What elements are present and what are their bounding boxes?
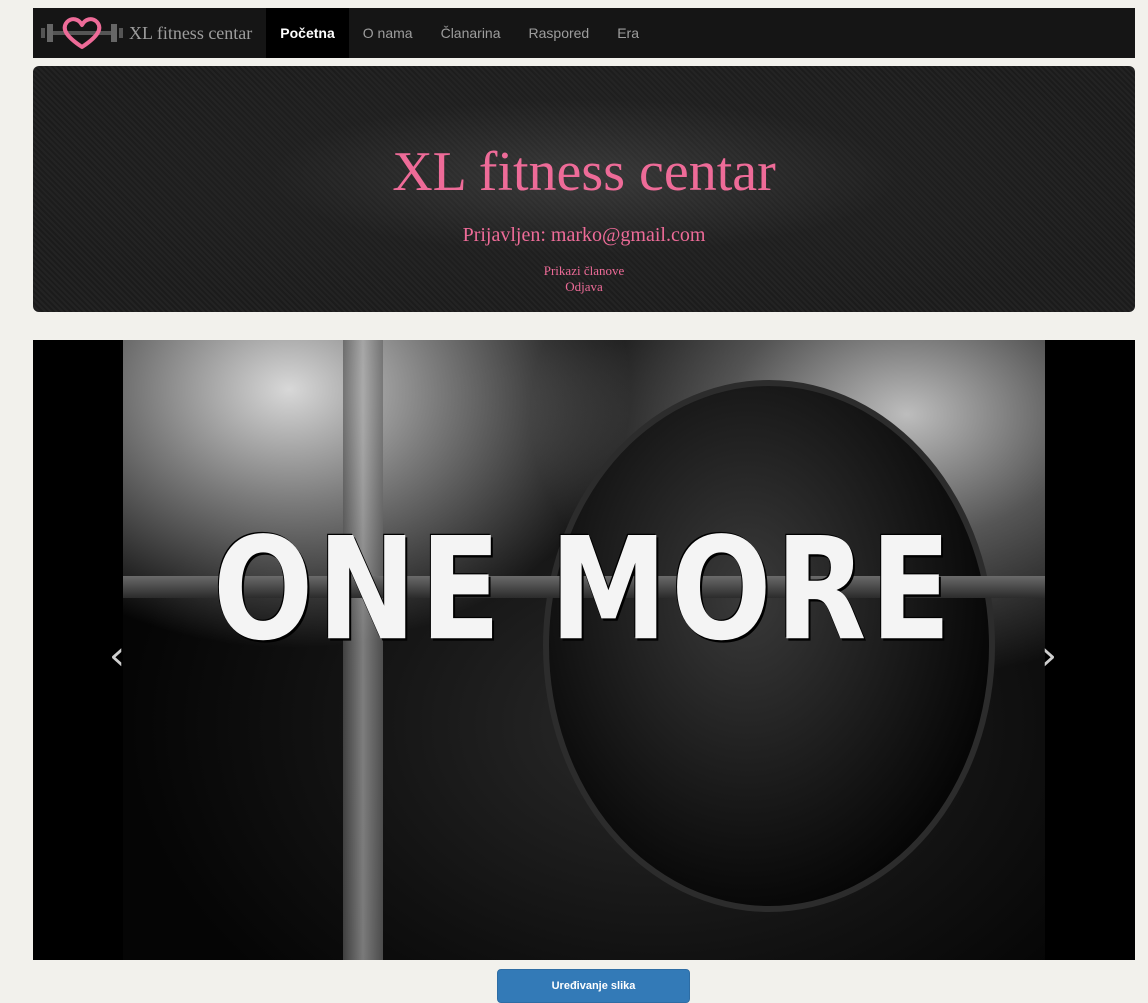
header-jumbotron: XL fitness centar Prijavljen: marko@gmai…	[33, 66, 1135, 312]
nav-item-clanarina[interactable]: Članarina	[427, 8, 515, 58]
page-title: XL fitness centar	[392, 141, 776, 203]
top-navbar: XL fitness centar Početna O nama Članari…	[0, 0, 1148, 66]
image-carousel: ONE MORE ‹ ›	[33, 340, 1135, 960]
show-members-link[interactable]: Prikazi članove	[33, 263, 1135, 279]
carousel-prev-button[interactable]: ‹	[97, 636, 137, 676]
brand-link[interactable]: XL fitness centar	[33, 8, 266, 58]
slide-caption: ONE MORE	[213, 506, 955, 672]
navbar-inner: XL fitness centar Početna O nama Članari…	[33, 8, 1135, 58]
carousel-next-button[interactable]: ›	[1029, 636, 1069, 676]
header-links: Prikazi članove Odjava	[33, 263, 1135, 295]
chevron-left-icon: ‹	[109, 633, 125, 679]
edit-images-button[interactable]: Uređivanje slika	[497, 969, 690, 1003]
nav-item-raspored[interactable]: Raspored	[515, 8, 604, 58]
main-nav: Početna O nama Članarina Raspored Era	[266, 8, 653, 58]
nav-item-era[interactable]: Era	[603, 8, 653, 58]
heart-dumbbell-logo-icon	[41, 17, 123, 49]
nav-item-pocetna[interactable]: Početna	[266, 8, 349, 58]
nav-item-o-nama[interactable]: O nama	[349, 8, 427, 58]
brand-text: XL fitness centar	[129, 22, 253, 43]
logged-in-user: Prijavljen: marko@gmail.com	[462, 224, 706, 246]
chevron-right-icon: ›	[1041, 633, 1057, 679]
logout-link[interactable]: Odjava	[33, 279, 1135, 295]
carousel-slide-image: ONE MORE	[123, 340, 1045, 960]
